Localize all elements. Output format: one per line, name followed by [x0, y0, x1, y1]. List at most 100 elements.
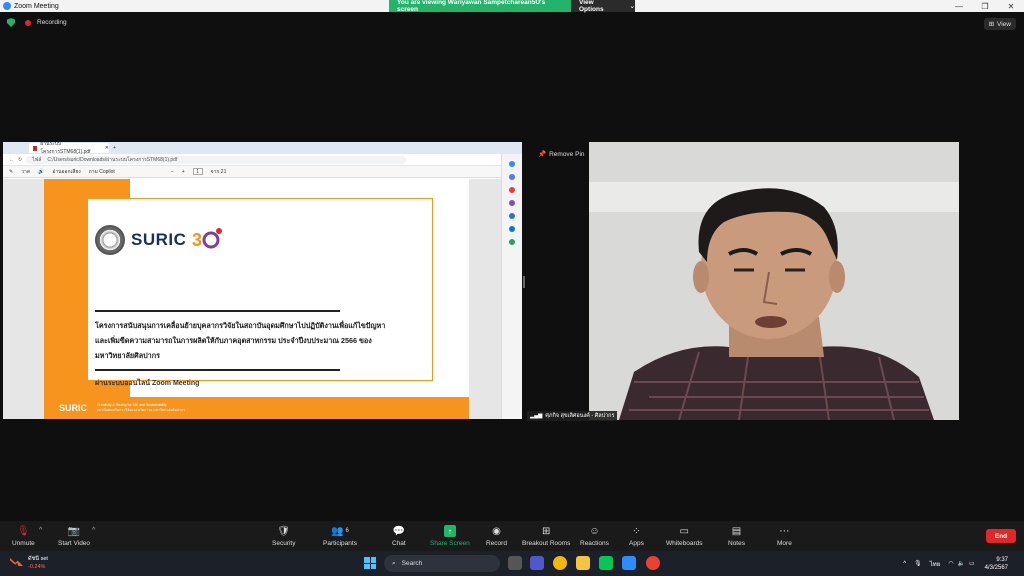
- participant-video[interactable]: [589, 142, 959, 420]
- ask-copilot-button[interactable]: ถาม Copilot: [89, 168, 115, 176]
- tray-overflow-icon[interactable]: ^: [903, 561, 906, 567]
- clock-date: 4/3/2567: [984, 564, 1008, 571]
- split-divider-handle[interactable]: [523, 276, 525, 288]
- url-text: C:/Users/suric/Downloads/ผ่านระบบโครงการ…: [47, 156, 178, 163]
- share-screen-label: Share Screen: [430, 540, 470, 547]
- minimize-icon[interactable]: —: [946, 0, 972, 12]
- battery-icon[interactable]: ▭: [969, 560, 975, 567]
- video-options-chevron-icon[interactable]: ^: [92, 527, 95, 534]
- new-tab-icon[interactable]: +: [113, 145, 116, 151]
- chrome-profile-icon[interactable]: [646, 556, 660, 570]
- more-label: More: [777, 540, 792, 547]
- zoom-taskbar-icon[interactable]: [622, 556, 636, 570]
- more-icon: ⋯: [779, 525, 790, 537]
- unmute-button[interactable]: 🎙 Unmute: [12, 525, 35, 548]
- security-button[interactable]: 🛡 Security: [272, 525, 295, 548]
- restore-icon[interactable]: ❐: [972, 0, 998, 12]
- participants-icon: 👥 6: [331, 525, 349, 537]
- title-top-rule: [95, 310, 340, 312]
- url-prefix: ไฟล์: [32, 156, 42, 163]
- zoom-out-icon[interactable]: −: [171, 169, 174, 175]
- wifi-icon[interactable]: ◠: [948, 560, 953, 567]
- microphone-icon[interactable]: 🎙: [914, 560, 922, 567]
- notes-label: Notes: [728, 540, 745, 547]
- stock-name: ดัชนี set: [28, 556, 48, 562]
- view-options-button[interactable]: View Options ⌄: [571, 0, 635, 13]
- page-number-input[interactable]: 1: [192, 168, 203, 175]
- notes-icon: ▤: [731, 525, 742, 537]
- browser-address-row: ← ↻ ไฟล์ C:/Users/suric/Downloads/ผ่านระ…: [3, 154, 522, 166]
- shield-icon[interactable]: [7, 18, 15, 27]
- participants-label: Participants: [323, 540, 357, 547]
- reactions-button[interactable]: ☺ Reactions: [580, 525, 609, 548]
- chat-label: Chat: [392, 540, 406, 547]
- whiteboards-button[interactable]: ▭ Whiteboards: [666, 525, 703, 548]
- copilot-icon[interactable]: [509, 161, 515, 167]
- audio-options-chevron-icon[interactable]: ^: [39, 527, 42, 534]
- input-language[interactable]: ไทย: [930, 559, 941, 569]
- browser-tab-title: ผ่านระบบโครงการSTM68(1).pdf: [40, 142, 91, 155]
- suric-logo: SURIC: [131, 230, 187, 249]
- share-screen-icon: ↑: [443, 525, 456, 537]
- zoom-app-icon: [3, 2, 11, 10]
- screen-share-banner: You are viewing Wariyawan Sampetcharean5…: [389, 0, 635, 13]
- draw-button[interactable]: วาด: [21, 168, 30, 176]
- shared-screen[interactable]: ผ่านระบบโครงการSTM68(1).pdf ✕ + ← ↻ ไฟล์…: [3, 142, 522, 419]
- notes-button[interactable]: ▤ Notes: [728, 525, 745, 548]
- browser-tab[interactable]: ผ่านระบบโครงการSTM68(1).pdf ✕: [29, 142, 109, 155]
- clock[interactable]: 9:37 4/3/2567: [985, 556, 1008, 572]
- pdf-icon: [33, 145, 38, 151]
- apps-button[interactable]: ⁘ Apps: [629, 525, 644, 548]
- chevron-down-icon: ⌄: [629, 3, 635, 10]
- games-icon[interactable]: [509, 213, 515, 219]
- more-button[interactable]: ⋯ More: [777, 525, 792, 548]
- page-total: จาก 21: [210, 168, 227, 175]
- outlook-icon[interactable]: [509, 226, 515, 232]
- record-button[interactable]: ◉ Record: [486, 525, 507, 548]
- stock-widget[interactable]: ดัชนี set -0.24%: [10, 555, 48, 571]
- file-explorer-icon[interactable]: [576, 556, 590, 570]
- refresh-icon[interactable]: ↻: [18, 157, 22, 163]
- recording-label[interactable]: Recording: [37, 19, 67, 26]
- breakout-rooms-button[interactable]: ⊞ Breakout Rooms: [522, 525, 571, 548]
- search-icon: ⌕: [392, 559, 396, 567]
- tools-icon[interactable]: [509, 200, 515, 206]
- close-icon[interactable]: ✕: [998, 0, 1024, 12]
- meeting-status-row: Recording: [7, 18, 67, 27]
- chat-icon: 💬: [392, 525, 406, 537]
- breakout-rooms-label: Breakout Rooms: [522, 540, 571, 547]
- favorites-icon[interactable]: [509, 174, 515, 180]
- teams-icon[interactable]: [530, 556, 544, 570]
- read-aloud-button[interactable]: อ่านออกเสียง: [52, 168, 80, 176]
- address-bar[interactable]: ไฟล์ C:/Users/suric/Downloads/ผ่านระบบโค…: [26, 155, 407, 164]
- pdf-toolbar: ✎ วาด 🔊 อ่านออกเสียง ถาม Copilot − + 1 จ…: [3, 166, 522, 178]
- zoom-in-icon[interactable]: +: [182, 169, 185, 175]
- remove-pin-button[interactable]: 📌 Remove Pin: [538, 150, 585, 159]
- camera-off-icon: 📷: [67, 525, 81, 537]
- footer-text: Creativity & Reality for Life and Sustai…: [97, 403, 185, 413]
- unmute-label: Unmute: [12, 540, 35, 547]
- shopping-icon[interactable]: [509, 187, 515, 193]
- drop-icon[interactable]: [509, 239, 515, 245]
- security-shield-icon: 🛡: [277, 525, 291, 537]
- pdf-viewport[interactable]: SURIC 3 โครงการสนับสนุนการเคลื่อนย้ายบุค…: [3, 179, 501, 419]
- share-screen-button[interactable]: ↑ Share Screen: [430, 525, 470, 547]
- windows-start-icon[interactable]: [364, 557, 376, 569]
- close-tab-icon[interactable]: ✕: [105, 145, 109, 151]
- record-label: Record: [486, 540, 507, 547]
- start-video-button[interactable]: 📷 Start Video: [58, 525, 91, 548]
- line-icon[interactable]: [599, 556, 613, 570]
- pdf-page: SURIC 3 โครงการสนับสนุนการเคลื่อนย้ายบุค…: [44, 179, 469, 419]
- end-meeting-button[interactable]: End: [986, 529, 1016, 543]
- volume-icon[interactable]: 🔈: [957, 560, 964, 567]
- taskbar-search[interactable]: ⌕ Search: [384, 555, 500, 572]
- participants-button[interactable]: 👥 6 Participants: [323, 525, 357, 548]
- back-icon[interactable]: ←: [9, 157, 14, 163]
- start-video-label: Start Video: [58, 540, 91, 547]
- chrome-icon[interactable]: [553, 556, 567, 570]
- whiteboards-label: Whiteboards: [666, 540, 703, 547]
- chat-button[interactable]: 💬 Chat: [392, 525, 406, 548]
- draw-icon[interactable]: ✎: [9, 169, 13, 175]
- task-view-icon[interactable]: [508, 556, 522, 570]
- view-button[interactable]: ⊞ View: [983, 18, 1016, 30]
